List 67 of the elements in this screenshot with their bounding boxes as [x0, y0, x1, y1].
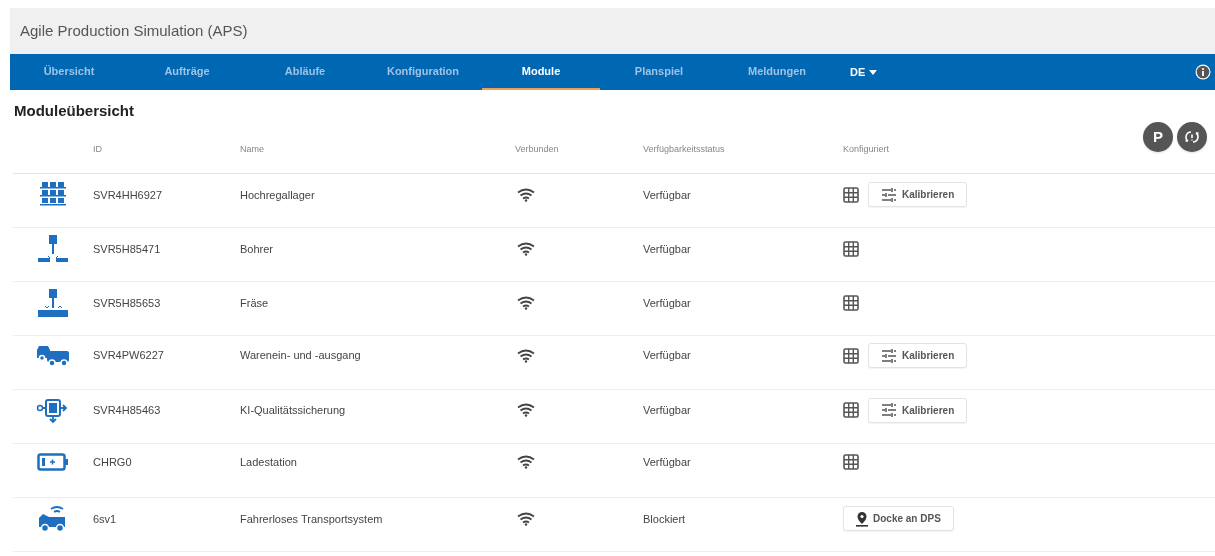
sync-icon [1184, 130, 1200, 144]
module-id: CHRG0 [93, 454, 132, 470]
wifi-icon [517, 187, 535, 202]
status-text: Verfügbar [643, 403, 691, 418]
nav-tab[interactable]: Konfiguration [364, 54, 482, 90]
nav-tab[interactable]: Übersicht [10, 54, 128, 90]
dock-button[interactable]: Docke an DPS [843, 506, 954, 532]
status-text: Verfügbar [643, 348, 691, 364]
app-title: Agile Production Simulation (APS) [20, 20, 248, 41]
module-name: Warenein- und -ausgang [240, 348, 361, 364]
sliders-icon [881, 348, 897, 363]
calibrate-button[interactable]: Kalibrieren [868, 343, 968, 368]
grid-icon[interactable] [843, 402, 859, 419]
wifi-icon [517, 241, 535, 256]
module-id: SVR4H85463 [93, 403, 161, 418]
parking-button[interactable]: P [1143, 122, 1173, 152]
info-icon[interactable] [1195, 64, 1211, 80]
column-header: Konfiguriert [843, 142, 890, 156]
module-name: Fahrerloses Transportsystem [240, 511, 383, 527]
chip-icon [36, 396, 70, 425]
sliders-icon [881, 403, 897, 418]
module-name: Fräse [240, 295, 269, 311]
calibrate-button[interactable]: Kalibrieren [868, 397, 968, 423]
nav-tab[interactable]: Abläufe [246, 54, 364, 90]
column-header: Verfügbarkeitsstatus [643, 142, 725, 156]
trucks-icon [36, 343, 70, 368]
language-dropdown[interactable]: DE [850, 54, 878, 90]
status-text: Blockiert [643, 511, 686, 527]
pin-icon [856, 510, 868, 527]
wifi-icon [517, 403, 535, 418]
battery-icon [37, 452, 69, 471]
nav-tab[interactable]: Module [482, 54, 600, 90]
module-id: SVR4HH6927 [93, 187, 163, 203]
column-header: Verbunden [515, 142, 559, 156]
page-title: Moduleübersicht [13, 101, 135, 121]
wifi-icon [517, 454, 535, 469]
wifi-icon [517, 511, 535, 526]
module-id: SVR5H85653 [93, 295, 161, 311]
calibrate-button[interactable]: Kalibrieren [868, 182, 968, 208]
nav-tab[interactable]: Aufträge [128, 54, 246, 90]
module-name: Bohrer [240, 241, 274, 257]
module-id: SVR5H85471 [93, 241, 161, 257]
drill-icon [37, 233, 69, 264]
column-header: Name [240, 142, 264, 156]
status-text: Verfügbar [643, 187, 691, 203]
module-name: KI-Qualitätssicherung [240, 403, 346, 418]
nav-tab[interactable]: Meldungen [718, 54, 836, 90]
module-name: Hochregallager [240, 187, 315, 203]
module-id: SVR4PW6227 [93, 348, 164, 364]
grid-icon[interactable] [843, 240, 859, 257]
status-text: Verfügbar [643, 241, 691, 257]
milling-icon [37, 287, 69, 318]
sync-button[interactable] [1177, 122, 1207, 152]
grid-icon[interactable] [843, 453, 859, 470]
status-text: Verfügbar [643, 295, 691, 311]
status-text: Verfügbar [643, 454, 691, 470]
column-header: ID [93, 142, 102, 156]
wifi-icon [517, 295, 535, 310]
grid-icon[interactable] [843, 347, 859, 364]
sliders-icon [881, 187, 897, 202]
grid-icon[interactable] [843, 294, 859, 311]
caret-icon [869, 69, 878, 75]
module-name: Ladestation [240, 454, 297, 470]
module-id: 6sv1 [93, 511, 117, 527]
nav-tab[interactable]: Planspiel [600, 54, 718, 90]
grid-icon[interactable] [843, 186, 859, 203]
wifi-icon [517, 348, 535, 363]
